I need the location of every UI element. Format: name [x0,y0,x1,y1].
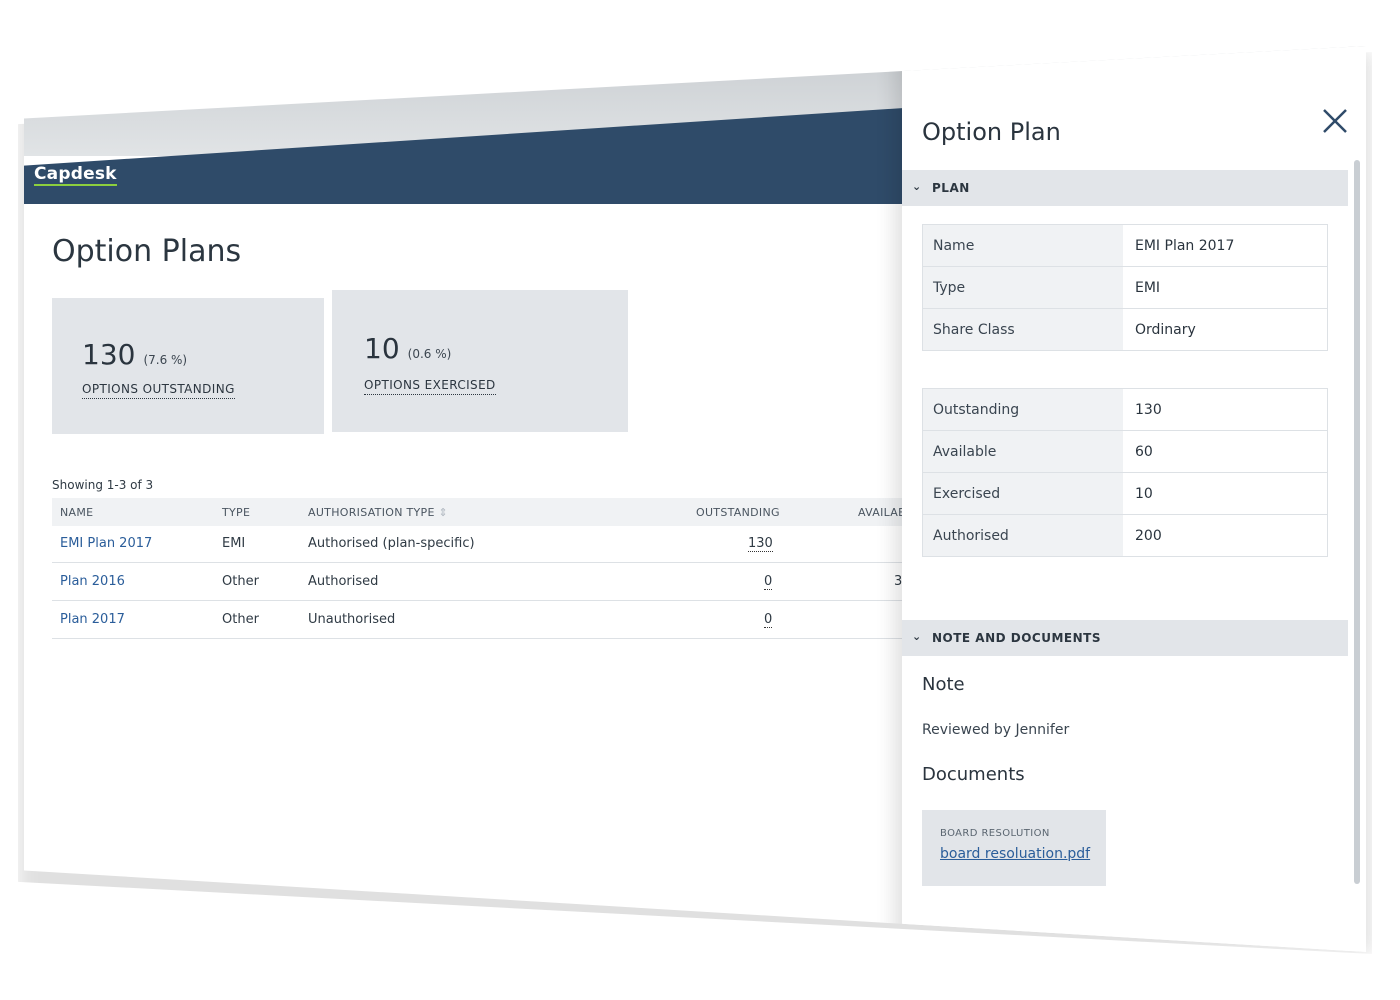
detail-row: Outstanding 130 [923,389,1327,431]
detail-value: Ordinary [1135,322,1196,338]
col-outstanding[interactable]: OUTSTANDING [696,506,780,519]
stat-value: 130 (7.6 %) [82,338,188,371]
sort-icon[interactable]: ⇕ [439,506,449,519]
detail-row: Type EMI [923,267,1327,309]
col-available[interactable]: AVAILAB [858,506,906,519]
stat-value: 10 (0.6 %) [364,332,452,365]
detail-key: Type [933,280,966,296]
table-row[interactable]: Plan 2016 Other Authorised 0 3 [52,564,904,601]
detail-row: Share Class Ordinary [923,309,1327,350]
plan-details-table: Name EMI Plan 2017 Type EMI Share Class … [922,224,1328,351]
detail-value: 130 [1135,402,1162,418]
app-window: Capdesk Option Plans 130 (7.6 %) OPTIONS … [24,46,1366,952]
detail-value: 200 [1135,528,1162,544]
detail-row: Authorised 200 [923,515,1327,556]
plan-name-link[interactable]: Plan 2017 [60,612,125,627]
stat-options-exercised: 10 (0.6 %) OPTIONS EXERCISED [332,290,628,432]
plan-section-header[interactable]: ⌄ PLAN [902,170,1348,206]
col-authorisation-type[interactable]: AUTHORISATION TYPE ⇕ [308,506,448,519]
detail-key: Exercised [933,486,1001,502]
detail-value: 60 [1135,444,1153,460]
stat-label[interactable]: OPTIONS EXERCISED [364,378,496,395]
plan-numbers-table: Outstanding 130 Available 60 Exercised 1… [922,388,1328,557]
notes-section-header[interactable]: ⌄ NOTE AND DOCUMENTS [902,620,1348,656]
plan-name-link[interactable]: EMI Plan 2017 [60,536,152,551]
chevron-down-icon: ⌄ [912,180,922,193]
note-text: Reviewed by Jennifer [922,722,1070,738]
table-row[interactable]: Plan 2017 Other Unauthorised 0 [52,602,904,639]
plan-type: EMI [222,536,246,551]
chevron-down-icon: ⌄ [912,630,922,643]
detail-value: 10 [1135,486,1153,502]
detail-row: Available 60 [923,431,1327,473]
documents-heading: Documents [922,764,1025,785]
panel-title: Option Plan [922,118,1061,146]
detail-key: Authorised [933,528,1009,544]
plan-outstanding[interactable]: 0 [764,612,773,628]
plan-type: Other [222,612,259,627]
detail-value: EMI [1135,280,1161,296]
document-card: BOARD RESOLUTION board resoluation.pdf [922,810,1106,886]
plan-auth-type: Authorised (plan-specific) [308,536,475,551]
document-caption: BOARD RESOLUTION [940,828,1050,839]
plan-auth-type: Authorised [308,574,379,589]
detail-row: Exercised 10 [923,473,1327,515]
capdesk-logo[interactable]: Capdesk [34,164,117,186]
option-plan-panel: Option Plan ⌄ PLAN Name EMI Plan 2017 Ty… [902,46,1366,952]
table-row[interactable]: EMI Plan 2017 EMI Authorised (plan-speci… [52,526,904,563]
plan-auth-type: Unauthorised [308,612,396,627]
plan-outstanding[interactable]: 0 [764,574,773,590]
close-icon[interactable] [1320,106,1350,136]
col-name[interactable]: NAME [60,506,93,519]
document-link[interactable]: board resoluation.pdf [940,846,1090,862]
detail-key: Outstanding [933,402,1020,418]
panel-scrollbar[interactable] [1354,160,1360,884]
detail-row: Name EMI Plan 2017 [923,225,1327,267]
detail-value: EMI Plan 2017 [1135,238,1235,254]
plan-name-link[interactable]: Plan 2016 [60,574,125,589]
page-title: Option Plans [52,234,242,269]
note-heading: Note [922,674,965,695]
showing-count: Showing 1-3 of 3 [52,478,154,492]
plan-outstanding[interactable]: 130 [748,536,773,552]
detail-key: Share Class [933,322,1015,338]
col-type[interactable]: TYPE [222,506,250,519]
detail-key: Name [933,238,975,254]
stat-label[interactable]: OPTIONS OUTSTANDING [82,382,235,399]
table-header: NAME TYPE AUTHORISATION TYPE ⇕ OUTSTANDI… [52,498,906,526]
stat-options-outstanding: 130 (7.6 %) OPTIONS OUTSTANDING [52,298,324,434]
plan-type: Other [222,574,259,589]
detail-key: Available [933,444,997,460]
